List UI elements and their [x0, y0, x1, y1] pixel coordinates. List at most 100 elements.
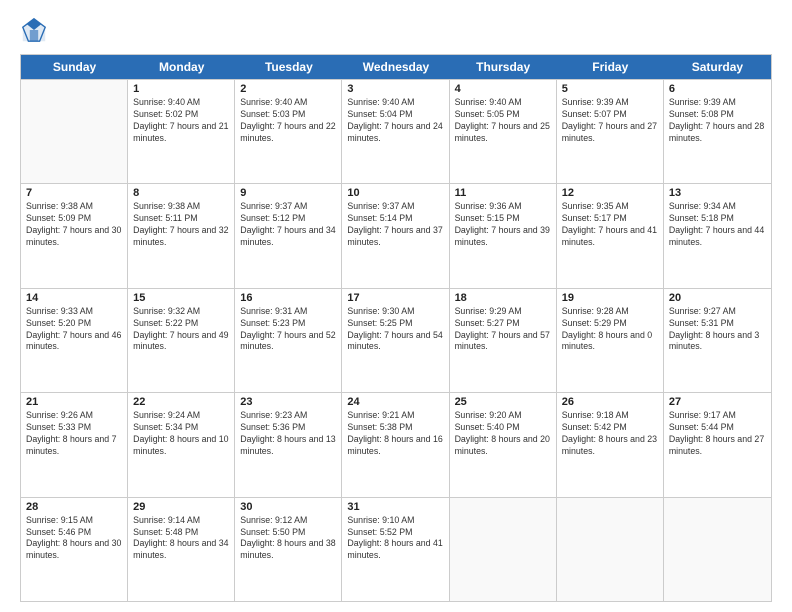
cell-info: Sunrise: 9:28 AMSunset: 5:29 PMDaylight:… [562, 306, 658, 354]
day-number: 27 [669, 396, 766, 408]
cell-info: Sunrise: 9:29 AMSunset: 5:27 PMDaylight:… [455, 306, 551, 354]
day-number: 19 [562, 292, 658, 304]
weekday-header-sunday: Sunday [21, 55, 128, 79]
cell-info: Sunrise: 9:26 AMSunset: 5:33 PMDaylight:… [26, 410, 122, 458]
logo [20, 16, 52, 44]
cal-cell-day-3: 3Sunrise: 9:40 AMSunset: 5:04 PMDaylight… [342, 80, 449, 183]
weekday-header-saturday: Saturday [664, 55, 771, 79]
cell-info: Sunrise: 9:36 AMSunset: 5:15 PMDaylight:… [455, 201, 551, 249]
weekday-header-friday: Friday [557, 55, 664, 79]
cal-cell-day-29: 29 Sunrise: 9:14 AMSunset: 5:48 PMDayligh… [128, 498, 235, 601]
day-number: 22 [133, 396, 229, 408]
cell-info: Sunrise: 9:31 AMSunset: 5:23 PMDaylight:… [240, 306, 336, 354]
day-number: 28 [26, 501, 122, 513]
cell-info: Sunrise: 9:15 AMSunset: 5:46 PMDaylight:… [26, 515, 122, 563]
cell-info: Sunrise: 9:10 AMSunset: 5:52 PMDaylight:… [347, 515, 443, 563]
calendar: SundayMondayTuesdayWednesdayThursdayFrid… [20, 54, 772, 602]
cal-cell-empty [21, 80, 128, 183]
day-number: 25 [455, 396, 551, 408]
cell-info: Sunrise: 9:14 AMSunset: 5:48 PMDaylight:… [133, 515, 229, 563]
day-number: 3 [347, 83, 443, 95]
cal-cell-empty [450, 498, 557, 601]
cell-info: Sunrise: 9:40 AMSunset: 5:05 PMDaylight:… [455, 97, 551, 145]
calendar-body: 1 Sunrise: 9:40 AMSunset: 5:02 PMDaylight… [21, 79, 771, 601]
day-number: 10 [347, 187, 443, 199]
cal-cell-day-1: 1 Sunrise: 9:40 AMSunset: 5:02 PMDaylight… [128, 80, 235, 183]
cal-cell-day-4: 4 Sunrise: 9:40 AMSunset: 5:05 PMDaylight… [450, 80, 557, 183]
cell-info: Sunrise: 9:38 AMSunset: 5:11 PMDaylight:… [133, 201, 229, 249]
cell-info: Sunrise: 9:34 AMSunset: 5:18 PMDaylight:… [669, 201, 766, 249]
cal-cell-day-21: 21 Sunrise: 9:26 AMSunset: 5:33 PMDayligh… [21, 393, 128, 496]
cal-cell-empty [557, 498, 664, 601]
cal-cell-day-14: 14Sunrise: 9:33 AMSunset: 5:20 PMDayligh… [21, 289, 128, 392]
day-number: 2 [240, 83, 336, 95]
day-number: 16 [240, 292, 336, 304]
cell-info: Sunrise: 9:18 AMSunset: 5:42 PMDaylight:… [562, 410, 658, 458]
day-number: 31 [347, 501, 443, 513]
cal-cell-day-28: 28 Sunrise: 9:15 AMSunset: 5:46 PMDayligh… [21, 498, 128, 601]
page: SundayMondayTuesdayWednesdayThursdayFrid… [0, 0, 792, 612]
weekday-header-wednesday: Wednesday [342, 55, 449, 79]
cell-info: Sunrise: 9:40 AMSunset: 5:02 PMDaylight:… [133, 97, 229, 145]
cell-info: Sunrise: 9:27 AMSunset: 5:31 PMDaylight:… [669, 306, 766, 354]
cal-cell-day-20: 20Sunrise: 9:27 AMSunset: 5:31 PMDayligh… [664, 289, 771, 392]
cal-row-0: 1 Sunrise: 9:40 AMSunset: 5:02 PMDaylight… [21, 79, 771, 183]
cal-cell-day-9: 9Sunrise: 9:37 AMSunset: 5:12 PMDaylight… [235, 184, 342, 287]
cal-row-3: 21 Sunrise: 9:26 AMSunset: 5:33 PMDayligh… [21, 392, 771, 496]
day-number: 4 [455, 83, 551, 95]
weekday-header-thursday: Thursday [450, 55, 557, 79]
cell-info: Sunrise: 9:35 AMSunset: 5:17 PMDaylight:… [562, 201, 658, 249]
day-number: 5 [562, 83, 658, 95]
cal-cell-day-10: 10Sunrise: 9:37 AMSunset: 5:14 PMDayligh… [342, 184, 449, 287]
day-number: 11 [455, 187, 551, 199]
cal-cell-day-15: 15 Sunrise: 9:32 AMSunset: 5:22 PMDayligh… [128, 289, 235, 392]
cal-cell-day-22: 22 Sunrise: 9:24 AMSunset: 5:34 PMDayligh… [128, 393, 235, 496]
day-number: 21 [26, 396, 122, 408]
cal-cell-day-26: 26Sunrise: 9:18 AMSunset: 5:42 PMDayligh… [557, 393, 664, 496]
day-number: 6 [669, 83, 766, 95]
cell-info: Sunrise: 9:39 AMSunset: 5:07 PMDaylight:… [562, 97, 658, 145]
cell-info: Sunrise: 9:30 AMSunset: 5:25 PMDaylight:… [347, 306, 443, 354]
day-number: 24 [347, 396, 443, 408]
day-number: 17 [347, 292, 443, 304]
day-number: 23 [240, 396, 336, 408]
cal-cell-day-30: 30 Sunrise: 9:12 AMSunset: 5:50 PMDayligh… [235, 498, 342, 601]
cal-cell-day-12: 12 Sunrise: 9:35 AMSunset: 5:17 PMDayligh… [557, 184, 664, 287]
day-number: 30 [240, 501, 336, 513]
day-number: 12 [562, 187, 658, 199]
cell-info: Sunrise: 9:20 AMSunset: 5:40 PMDaylight:… [455, 410, 551, 458]
cal-cell-day-17: 17 Sunrise: 9:30 AMSunset: 5:25 PMDayligh… [342, 289, 449, 392]
weekday-header-tuesday: Tuesday [235, 55, 342, 79]
cell-info: Sunrise: 9:40 AMSunset: 5:03 PMDaylight:… [240, 97, 336, 145]
cell-info: Sunrise: 9:39 AMSunset: 5:08 PMDaylight:… [669, 97, 766, 145]
day-number: 15 [133, 292, 229, 304]
cal-cell-day-6: 6 Sunrise: 9:39 AMSunset: 5:08 PMDaylight… [664, 80, 771, 183]
cal-cell-day-31: 31 Sunrise: 9:10 AMSunset: 5:52 PMDayligh… [342, 498, 449, 601]
cal-cell-day-2: 2 Sunrise: 9:40 AMSunset: 5:03 PMDaylight… [235, 80, 342, 183]
cal-cell-day-19: 19 Sunrise: 9:28 AMSunset: 5:29 PMDayligh… [557, 289, 664, 392]
cal-cell-day-23: 23Sunrise: 9:23 AMSunset: 5:36 PMDayligh… [235, 393, 342, 496]
cal-cell-day-7: 7Sunrise: 9:38 AMSunset: 5:09 PMDaylight… [21, 184, 128, 287]
day-number: 29 [133, 501, 229, 513]
cell-info: Sunrise: 9:12 AMSunset: 5:50 PMDaylight:… [240, 515, 336, 563]
cal-cell-day-5: 5 Sunrise: 9:39 AMSunset: 5:07 PMDaylight… [557, 80, 664, 183]
cell-info: Sunrise: 9:21 AMSunset: 5:38 PMDaylight:… [347, 410, 443, 458]
day-number: 7 [26, 187, 122, 199]
cell-info: Sunrise: 9:17 AMSunset: 5:44 PMDaylight:… [669, 410, 766, 458]
cell-info: Sunrise: 9:37 AMSunset: 5:12 PMDaylight:… [240, 201, 336, 249]
day-number: 1 [133, 83, 229, 95]
calendar-header: SundayMondayTuesdayWednesdayThursdayFrid… [21, 55, 771, 79]
cal-row-1: 7Sunrise: 9:38 AMSunset: 5:09 PMDaylight… [21, 183, 771, 287]
cell-info: Sunrise: 9:33 AMSunset: 5:20 PMDaylight:… [26, 306, 122, 354]
cal-cell-day-27: 27 Sunrise: 9:17 AMSunset: 5:44 PMDayligh… [664, 393, 771, 496]
logo-icon [20, 16, 48, 44]
header [20, 16, 772, 44]
weekday-header-monday: Monday [128, 55, 235, 79]
day-number: 13 [669, 187, 766, 199]
cell-info: Sunrise: 9:24 AMSunset: 5:34 PMDaylight:… [133, 410, 229, 458]
cal-cell-day-11: 11 Sunrise: 9:36 AMSunset: 5:15 PMDayligh… [450, 184, 557, 287]
day-number: 18 [455, 292, 551, 304]
cell-info: Sunrise: 9:32 AMSunset: 5:22 PMDaylight:… [133, 306, 229, 354]
cal-row-4: 28 Sunrise: 9:15 AMSunset: 5:46 PMDayligh… [21, 497, 771, 601]
cal-cell-day-8: 8Sunrise: 9:38 AMSunset: 5:11 PMDaylight… [128, 184, 235, 287]
